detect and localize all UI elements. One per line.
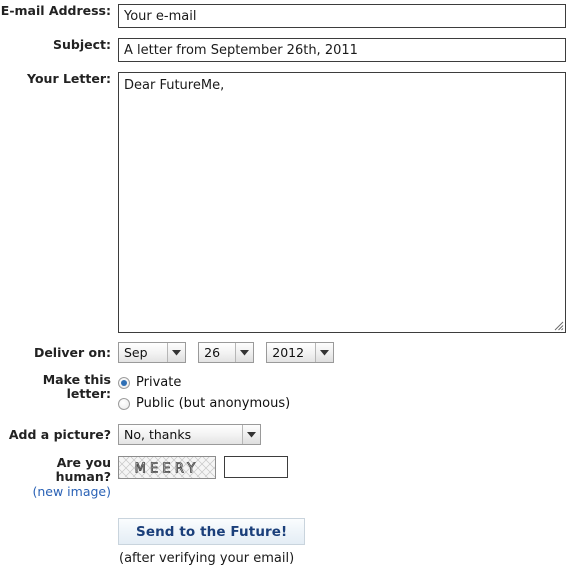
captcha-image-svg: MEERY — [119, 457, 215, 478]
radio-public[interactable]: Public (but anonymous) — [118, 394, 578, 413]
captcha-row: Are you human? (new image) MEERY — [0, 456, 578, 500]
subject-label: Subject: — [53, 37, 111, 52]
captcha-label-cell: Are you human? (new image) — [0, 455, 112, 500]
radio-public-label: Public (but anonymous) — [136, 395, 291, 411]
chevron-down-icon[interactable] — [242, 425, 260, 444]
submit-row: Send to the Future! (after verifying you… — [0, 518, 578, 566]
picture-field-cell: No, thanks — [111, 424, 578, 445]
picture-label: Add a picture? — [8, 427, 111, 442]
captcha-input[interactable] — [224, 456, 288, 478]
captcha-image-text: MEERY — [135, 462, 200, 477]
email-label: E-mail Address: — [0, 3, 111, 18]
subject-row: Subject: — [0, 38, 578, 62]
privacy-label: Make this letter: — [42, 372, 111, 401]
picture-row: Add a picture? No, thanks — [0, 424, 578, 445]
deliver-label: Deliver on: — [33, 345, 111, 360]
letter-row: Your Letter: — [0, 72, 578, 333]
subject-field-cell — [111, 38, 578, 62]
radio-private-control[interactable] — [118, 376, 130, 389]
email-row: E-mail Address: — [0, 4, 578, 28]
privacy-row: Make this letter: Private Public (but an… — [0, 373, 578, 413]
radio-private[interactable]: Private — [118, 373, 578, 392]
captcha-image: MEERY — [118, 456, 216, 479]
deliver-month-select[interactable]: Sep — [118, 342, 186, 363]
picture-select-value: No, thanks — [124, 427, 192, 442]
letter-textarea-wrap — [118, 72, 566, 333]
deliver-day-value: 26 — [204, 345, 221, 360]
new-image-link[interactable]: (new image) — [0, 484, 112, 500]
chevron-down-icon[interactable] — [167, 343, 185, 362]
deliver-year-select[interactable]: 2012 — [266, 342, 335, 363]
chevron-down-icon[interactable] — [315, 343, 334, 362]
email-input[interactable] — [118, 4, 566, 28]
chevron-down-icon[interactable] — [235, 343, 254, 362]
futureme-letter-form: E-mail Address: Subject: Your Letter: — [0, 4, 578, 566]
radio-private-label: Private — [136, 374, 182, 390]
radio-public-control[interactable] — [118, 397, 130, 410]
letter-textarea[interactable] — [118, 72, 566, 333]
deliver-row: Deliver on: Sep 26 2012 — [0, 342, 578, 363]
captcha-label: Are you human? — [55, 455, 111, 484]
submit-note: (after verifying your email) — [119, 551, 295, 566]
email-field-cell — [111, 4, 578, 28]
subject-input[interactable] — [118, 38, 566, 62]
deliver-day-select[interactable]: 26 — [198, 342, 255, 363]
submit-field-cell: Send to the Future! (after verifying you… — [111, 518, 578, 566]
picture-select[interactable]: No, thanks — [118, 424, 261, 445]
letter-field-cell — [111, 72, 578, 333]
privacy-field-cell: Private Public (but anonymous) — [111, 373, 578, 413]
letter-label: Your Letter: — [27, 71, 111, 86]
send-to-future-button[interactable]: Send to the Future! — [118, 518, 306, 545]
captcha-controls: MEERY — [118, 456, 578, 479]
deliver-field-cell: Sep 26 2012 — [111, 342, 578, 363]
deliver-month-value: Sep — [124, 345, 148, 360]
captcha-field-cell: MEERY — [111, 456, 578, 479]
deliver-year-value: 2012 — [272, 345, 305, 360]
